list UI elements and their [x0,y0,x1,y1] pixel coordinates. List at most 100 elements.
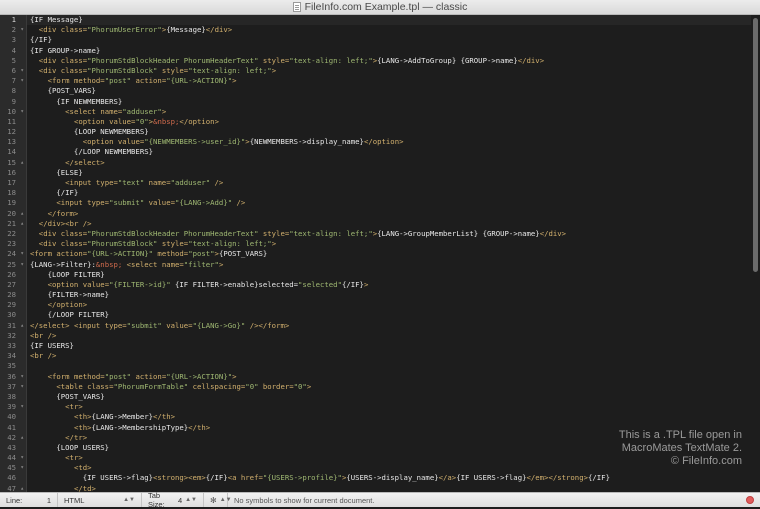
line-number[interactable]: 45 ▾ [0,463,26,473]
line-number[interactable]: 28 [0,290,26,300]
line-number[interactable]: 11 [0,117,26,127]
code-line[interactable]: <div class="PhorumStdBlock" style="text-… [27,66,751,76]
fold-marker-icon[interactable]: ▾ [20,249,24,259]
line-number[interactable]: 2 ▾ [0,25,26,35]
line-number[interactable]: 21 ▴ [0,219,26,229]
record-macro-icon[interactable] [746,496,754,504]
code-line[interactable]: </option> [27,300,751,310]
line-number[interactable]: 27 [0,280,26,290]
line-number[interactable]: 36 ▾ [0,372,26,382]
fold-marker-icon[interactable]: ▾ [20,66,24,76]
line-number[interactable]: 15 ▴ [0,158,26,168]
line-number[interactable]: 3 [0,35,26,45]
line-number[interactable]: 34 [0,351,26,361]
fold-marker-icon[interactable]: ▴ [20,219,24,229]
line-number[interactable]: 9 [0,97,26,107]
code-line[interactable]: </form> [27,209,751,219]
code-line[interactable]: <div class="PhorumUserError">{Message}</… [27,25,751,35]
code-line[interactable]: <option value="{FILTER->id}" {IF FILTER-… [27,280,751,290]
code-line[interactable]: {POST_VARS} [27,392,751,402]
line-number[interactable]: 44 ▾ [0,453,26,463]
symbols-message[interactable]: No symbols to show for current document. [228,496,374,505]
line-number[interactable]: 30 [0,310,26,320]
line-number[interactable]: 22 [0,229,26,239]
code-line[interactable]: <div class="PhorumStdBlock" style="text-… [27,239,751,249]
code-line[interactable]: <table class="PhorumFormTable" cellspaci… [27,382,751,392]
line-number[interactable]: 1 [0,15,26,25]
line-number[interactable]: 19 [0,198,26,208]
line-number[interactable]: 35 [0,361,26,371]
code-line[interactable] [27,361,751,371]
code-line[interactable]: <br /> [27,331,751,341]
fold-marker-icon[interactable]: ▾ [20,25,24,35]
line-number[interactable]: 25 ▾ [0,260,26,270]
fold-marker-icon[interactable]: ▾ [20,260,24,270]
gear-menu-button[interactable]: ✻ ▲▼ [204,493,232,507]
line-number[interactable]: 39 ▾ [0,402,26,412]
title-bar[interactable]: FileInfo.com Example.tpl — classic [0,0,760,15]
vertical-scrollbar[interactable] [751,15,760,492]
code-line[interactable]: {/IF} [27,35,751,45]
code-line[interactable]: <form method="post" action="{URL->ACTION… [27,76,751,86]
code-line[interactable]: </select> <input type="submit" value="{L… [27,321,751,331]
line-number[interactable]: 8 [0,86,26,96]
line-number[interactable]: 32 [0,331,26,341]
code-line[interactable]: <option value="{NEWMEMBERS->user_id}">{N… [27,137,751,147]
fold-marker-icon[interactable]: ▾ [20,463,24,473]
line-number[interactable]: 16 [0,168,26,178]
line-number[interactable]: 20 ▴ [0,209,26,219]
code-line[interactable]: {POST_VARS} [27,86,751,96]
code-line[interactable]: {IF NEWMEMBERS} [27,97,751,107]
line-number[interactable]: 37 ▾ [0,382,26,392]
line-number[interactable]: 12 [0,127,26,137]
fold-marker-icon[interactable]: ▾ [20,453,24,463]
code-line[interactable]: <div class="PhorumStdBlockHeader PhorumH… [27,229,751,239]
line-number[interactable]: 10 ▾ [0,107,26,117]
code-line[interactable]: {/LOOP NEWMEMBERS} [27,147,751,157]
fold-marker-icon[interactable]: ▴ [20,209,24,219]
line-number[interactable]: 26 [0,270,26,280]
fold-marker-icon[interactable]: ▾ [20,402,24,412]
fold-marker-icon[interactable]: ▾ [20,382,24,392]
code-line[interactable]: </div><br /> [27,219,751,229]
code-line[interactable]: <option value="0">&nbsp;</option> [27,117,751,127]
language-selector[interactable]: HTML ▲▼ [58,493,142,507]
line-number[interactable]: 46 [0,473,26,483]
line-number-gutter[interactable]: 1 2 ▾ 3 4 5 6 ▾ 7 ▾ 8 9 10 ▾ 11 12 13 14 15 ▴ 16 17 18 19 20 ▴ 21 ▴… [0,15,27,503]
code-line[interactable]: {LOOP FILTER} [27,270,751,280]
code-line[interactable]: {LANG->Filter}:&nbsp; <select name="filt… [27,260,751,270]
fold-marker-icon[interactable]: ▴ [20,158,24,168]
line-number[interactable]: 18 [0,188,26,198]
code-line[interactable]: <form action="{URL->ACTION}" method="pos… [27,249,751,259]
line-number[interactable]: 7 ▾ [0,76,26,86]
line-number[interactable]: 38 [0,392,26,402]
line-number[interactable]: 41 [0,423,26,433]
code-line[interactable]: <select name="adduser"> [27,107,751,117]
fold-marker-icon[interactable]: ▾ [20,372,24,382]
code-line[interactable]: {/IF} [27,188,751,198]
line-number[interactable]: 4 [0,46,26,56]
code-line[interactable]: <input type="submit" value="{LANG->Add}"… [27,198,751,208]
line-number[interactable]: 29 [0,300,26,310]
line-number[interactable]: 43 [0,443,26,453]
code-line[interactable]: <tr> [27,402,751,412]
code-line[interactable]: <div class="PhorumStdBlockHeader PhorumH… [27,56,751,66]
line-number[interactable]: 5 [0,56,26,66]
line-number[interactable]: 17 [0,178,26,188]
line-number[interactable]: 42 ▴ [0,433,26,443]
code-line[interactable]: {ELSE} [27,168,751,178]
code-line[interactable]: </select> [27,158,751,168]
code-line[interactable]: {FILTER->name} [27,290,751,300]
fold-marker-icon[interactable]: ▴ [20,321,24,331]
line-indicator[interactable]: Line: 1 [0,493,58,507]
code-line[interactable]: {LOOP NEWMEMBERS} [27,127,751,137]
code-line[interactable]: {IF USERS} [27,341,751,351]
code-line[interactable]: <form method="post" action="{URL->ACTION… [27,372,751,382]
line-number[interactable]: 40 [0,412,26,422]
code-line[interactable]: {IF GROUP->name} [27,46,751,56]
code-line[interactable]: {IF USERS->flag}<strong><em>{/IF}<a href… [27,473,751,483]
line-number[interactable]: 13 [0,137,26,147]
line-number[interactable]: 6 ▾ [0,66,26,76]
fold-marker-icon[interactable]: ▾ [20,76,24,86]
fold-marker-icon[interactable]: ▴ [20,433,24,443]
